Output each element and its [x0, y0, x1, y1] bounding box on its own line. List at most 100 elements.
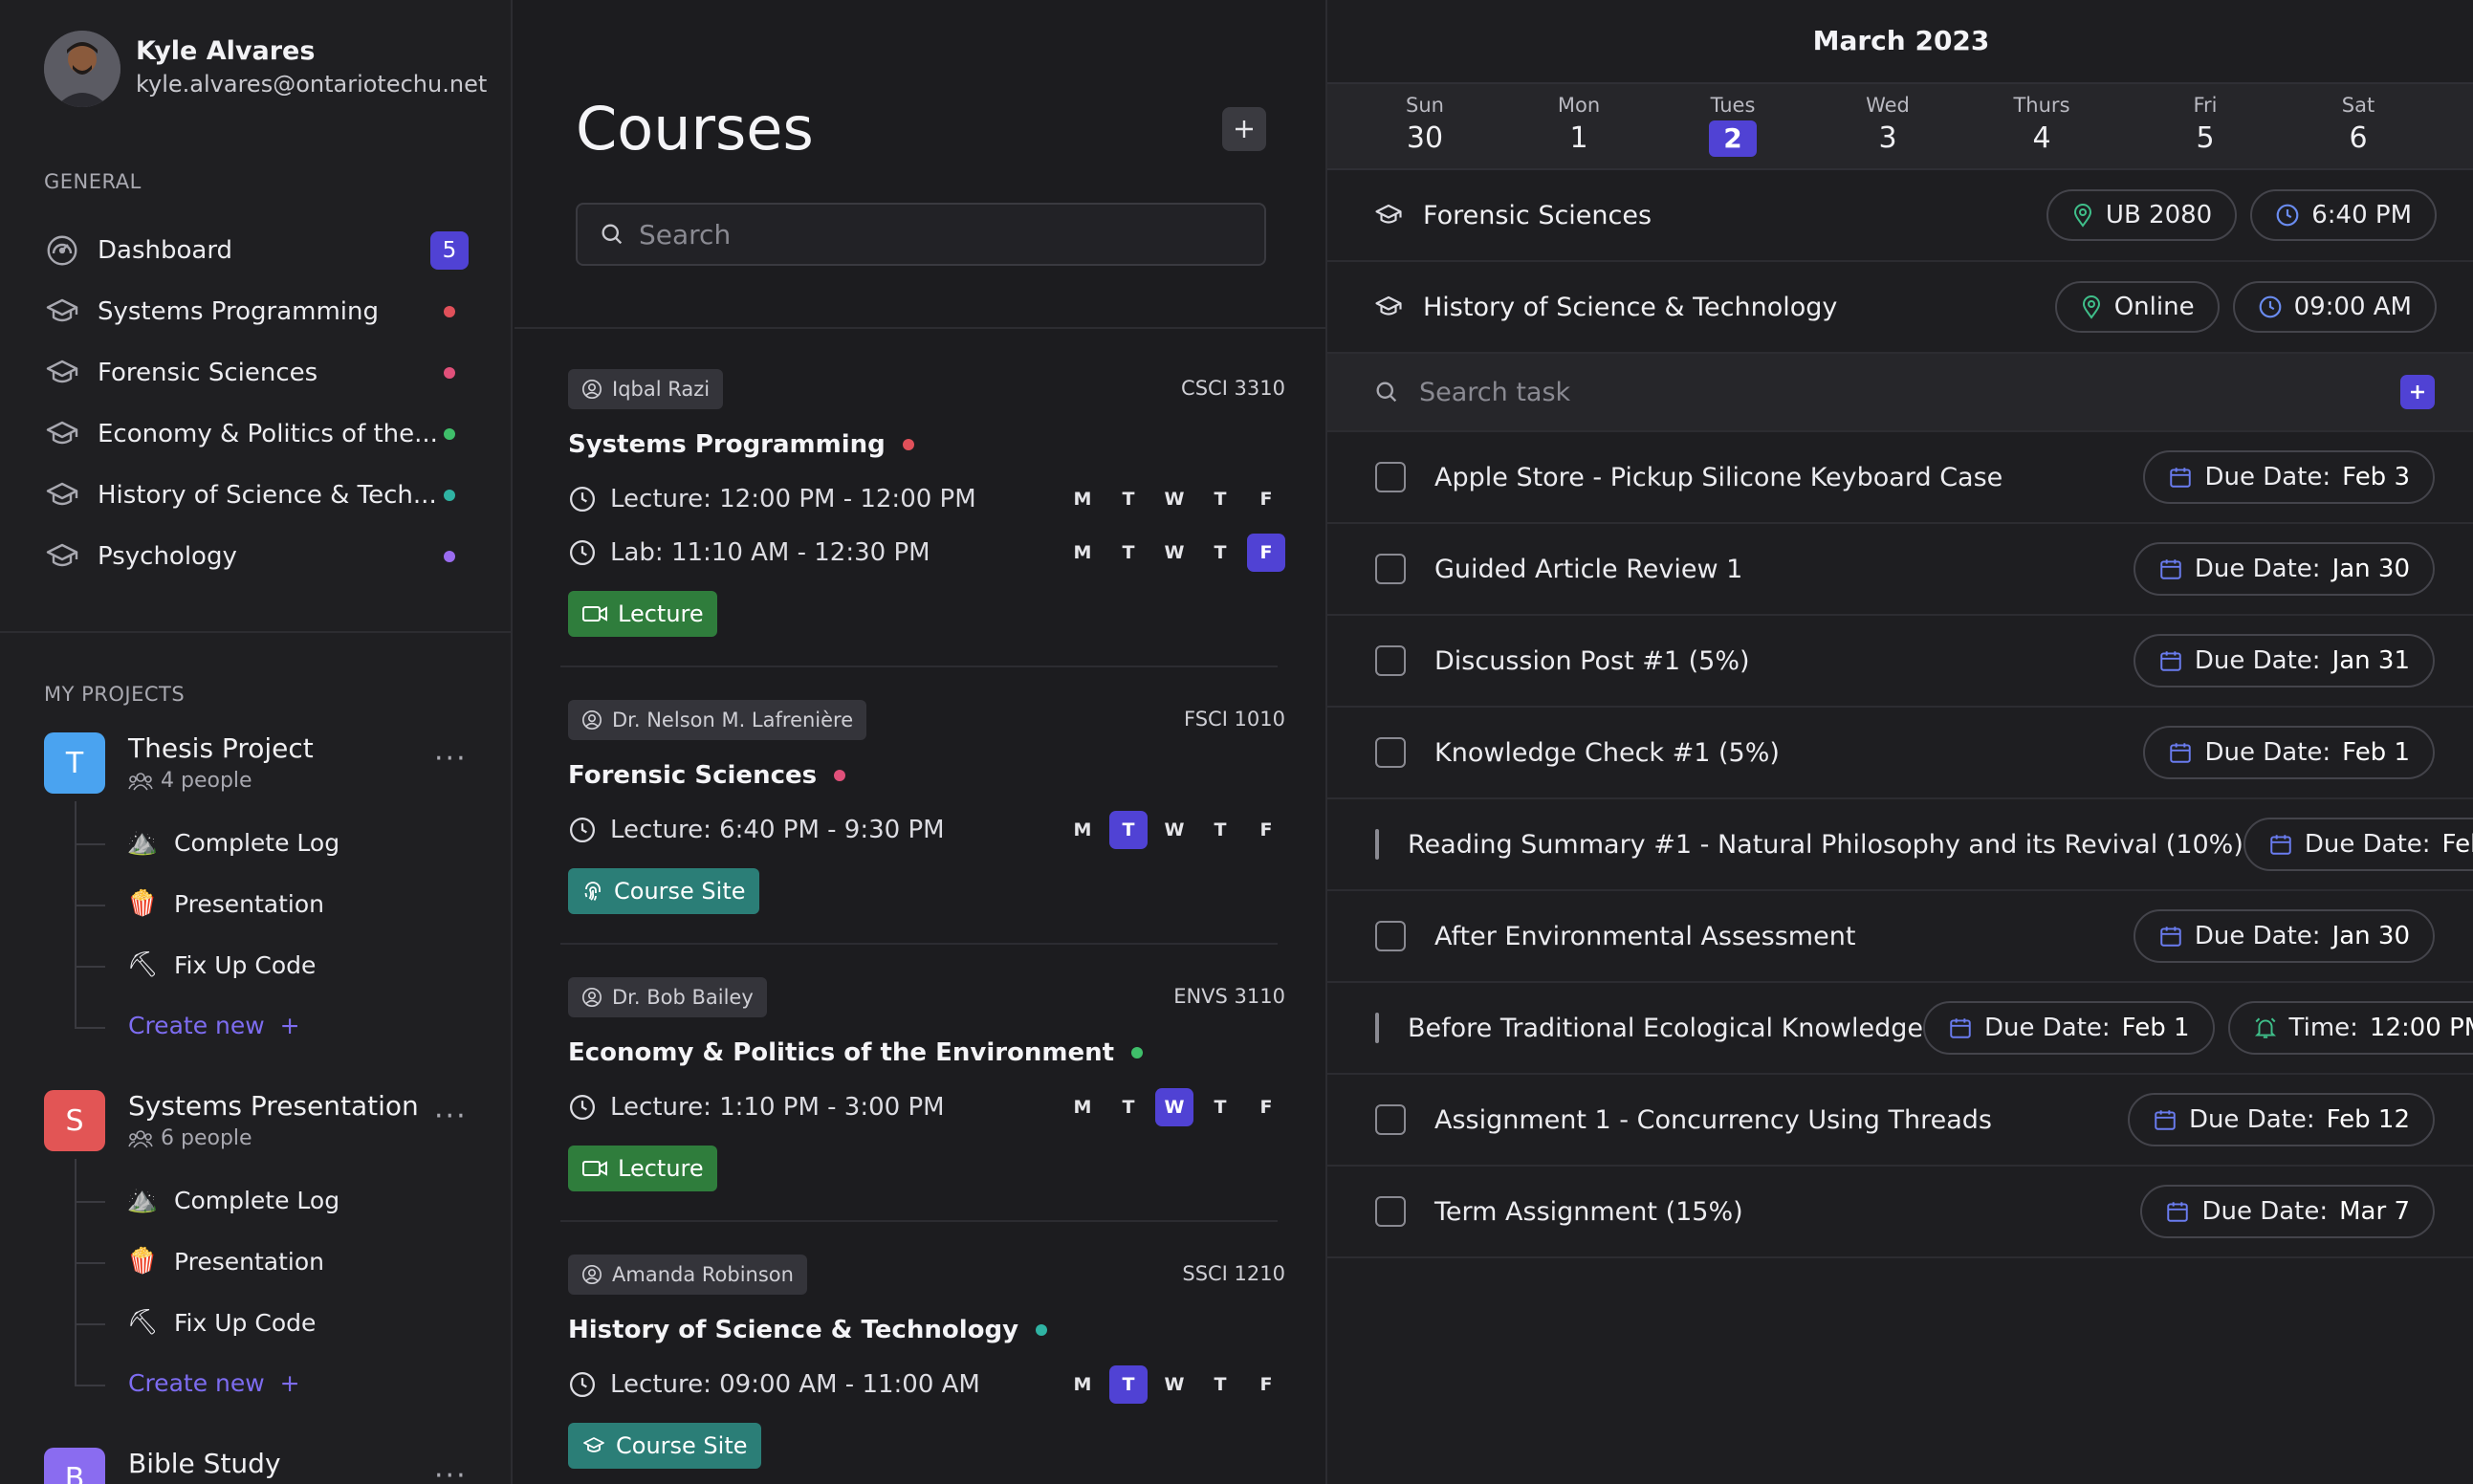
due-date-key: Due Date: [2194, 555, 2321, 583]
graduation-cap-icon [44, 477, 80, 513]
project-task-fix-up-code[interactable]: ⛏ Fix Up Code [126, 949, 316, 981]
create-new-link[interactable]: Create new + [128, 1012, 300, 1039]
task-row: Discussion Post #1 (5%) Due Date: Jan 31 [1327, 616, 2473, 708]
task-checkbox[interactable] [1375, 1013, 1379, 1043]
task-label: Before Traditional Ecological Knowledge [1408, 1013, 1923, 1043]
due-date-pill: Due Date: Feb 1 [1923, 1001, 2215, 1055]
due-date-key: Due Date: [2204, 463, 2331, 491]
task-checkbox[interactable] [1375, 554, 1406, 584]
weekday-indicator: M T W T F [1063, 811, 1285, 849]
plus-icon: + [279, 1012, 300, 1039]
day-number: 1 [1569, 121, 1588, 155]
avatar[interactable] [44, 31, 120, 107]
due-date-pill: Due Date: Feb 12 [2127, 1093, 2435, 1146]
location-pill: Online [2054, 281, 2220, 333]
project-task-complete-log[interactable]: ⛰️ Complete Log [126, 826, 339, 859]
course-card[interactable]: Dr. Nelson M. Lafrenière FSCI 1010 Foren… [568, 700, 1285, 920]
sidebar-item-dashboard[interactable]: Dashboard 5 [44, 226, 469, 275]
create-new-link[interactable]: Create new + [128, 1369, 300, 1397]
calendar-event[interactable]: Forensic Sciences UB 2080 6:40 PM [1327, 170, 2473, 262]
task-checkbox[interactable] [1375, 1104, 1406, 1135]
task-checkbox[interactable] [1375, 921, 1406, 951]
due-date-value: Feb 5 [2441, 830, 2473, 859]
graduation-cap-icon [44, 538, 80, 575]
task-checkbox[interactable] [1375, 462, 1406, 492]
task-checkbox[interactable] [1375, 829, 1379, 860]
task-search-input[interactable] [1419, 377, 2280, 407]
course-site-button[interactable]: Course Site [568, 868, 759, 914]
project-name[interactable]: Thesis Project [128, 732, 314, 764]
sidebar-item-history-science[interactable]: History of Science & Tech... [44, 470, 469, 520]
calendar-day[interactable]: Wed 3 [1840, 94, 1936, 157]
day-wednesday: W [1164, 1374, 1185, 1395]
course-card[interactable]: Amanda Robinson SSCI 1210 History of Sci… [568, 1255, 1285, 1474]
instructor-tag: Amanda Robinson [568, 1255, 807, 1295]
task-checkbox[interactable] [1375, 645, 1406, 676]
sidebar-item-label: Economy & Politics of the... [98, 420, 438, 448]
search-input[interactable] [639, 218, 1213, 251]
project-task-presentation[interactable]: 🍿 Presentation [126, 887, 324, 920]
course-card[interactable]: Dr. Bob Bailey ENVS 3110 Economy & Polit… [568, 977, 1285, 1197]
course-color-dot [444, 551, 455, 562]
calendar-day-selected[interactable]: Tues 2 [1685, 94, 1781, 157]
calendar-day[interactable]: Fri 5 [2157, 94, 2253, 157]
course-card[interactable]: Iqbal Razi CSCI 3310 Systems Programming… [568, 369, 1285, 637]
day-tuesday: T [1109, 811, 1148, 849]
lecture-link-button[interactable]: Lecture [568, 591, 717, 637]
create-new-label: Create new [128, 1369, 265, 1397]
calendar-icon [2168, 740, 2193, 765]
sidebar-item-forensic-sciences[interactable]: Forensic Sciences [44, 348, 469, 398]
user-email: kyle.alvares@ontariotechu.net [136, 71, 488, 98]
task-label: After Environmental Assessment [1434, 921, 1856, 951]
instructor-name: Amanda Robinson [612, 1263, 794, 1286]
sidebar-item-label: Dashboard [98, 236, 233, 265]
project-task-fix-up-code[interactable]: ⛏ Fix Up Code [126, 1306, 316, 1339]
calendar-event[interactable]: History of Science & Technology Online 0… [1327, 262, 2473, 354]
time-pill: 6:40 PM [2250, 189, 2437, 241]
due-date-key: Due Date: [2201, 1197, 2329, 1226]
due-date-value: Feb 1 [2121, 1014, 2190, 1042]
project-more-button[interactable]: ··· [434, 742, 468, 775]
sidebar-item-systems-programming[interactable]: Systems Programming [44, 287, 469, 337]
schedule-row: Lecture: 6:40 PM - 9:30 PM M T W T F [568, 811, 1285, 849]
page-title: Courses [576, 94, 814, 164]
day-number: 2 [1709, 120, 1757, 157]
fingerprint-icon [581, 880, 604, 903]
day-monday: M [1073, 1374, 1092, 1395]
project-more-button[interactable]: ··· [434, 1459, 468, 1484]
week-strip: Sun 30 Mon 1 Tues 2 Wed 3 Thurs 4 Fri 5 Sat 6 [1327, 82, 2473, 170]
calendar-day[interactable]: Sat 6 [2310, 94, 2406, 157]
task-row: Apple Store - Pickup Silicone Keyboard C… [1327, 432, 2473, 524]
time-key: Time: [2288, 1014, 2358, 1042]
add-course-button[interactable] [1222, 107, 1266, 151]
task-checkbox[interactable] [1375, 1196, 1406, 1227]
add-task-button[interactable] [2400, 375, 2435, 409]
project-task-complete-log[interactable]: ⛰️ Complete Log [126, 1184, 339, 1216]
project-avatar[interactable]: S [44, 1090, 105, 1151]
sidebar-item-economy-politics[interactable]: Economy & Politics of the... [44, 409, 469, 459]
chip-label: Lecture [618, 1155, 704, 1182]
project-avatar[interactable]: T [44, 732, 105, 794]
task-checkbox[interactable] [1375, 737, 1406, 768]
project-name[interactable]: Bible Study [128, 1448, 281, 1479]
project-name[interactable]: Systems Presentation [128, 1090, 419, 1122]
course-color-dot [444, 367, 455, 379]
project-avatar[interactable]: B [44, 1448, 105, 1484]
day-number: 5 [2196, 121, 2215, 155]
project-more-button[interactable]: ··· [434, 1100, 468, 1133]
calendar-icon [2168, 465, 2193, 490]
project-task-presentation[interactable]: 🍿 Presentation [126, 1245, 324, 1277]
instructor-tag: Dr. Nelson M. Lafrenière [568, 700, 867, 740]
sidebar-item-psychology[interactable]: Psychology [44, 532, 469, 581]
calendar-icon [2158, 556, 2183, 581]
calendar-day[interactable]: Thurs 4 [1994, 94, 2090, 157]
lecture-link-button[interactable]: Lecture [568, 1146, 717, 1191]
people-count: 4 people [161, 769, 252, 793]
calendar-day[interactable]: Mon 1 [1531, 94, 1627, 157]
due-date-value: Jan 30 [2331, 555, 2410, 583]
course-site-button[interactable]: Course Site [568, 1423, 761, 1469]
course-title-text: Systems Programming [568, 430, 886, 459]
day-thursday: T [1214, 542, 1227, 563]
location-text: Online [2113, 293, 2195, 321]
calendar-day[interactable]: Sun 30 [1377, 94, 1473, 157]
